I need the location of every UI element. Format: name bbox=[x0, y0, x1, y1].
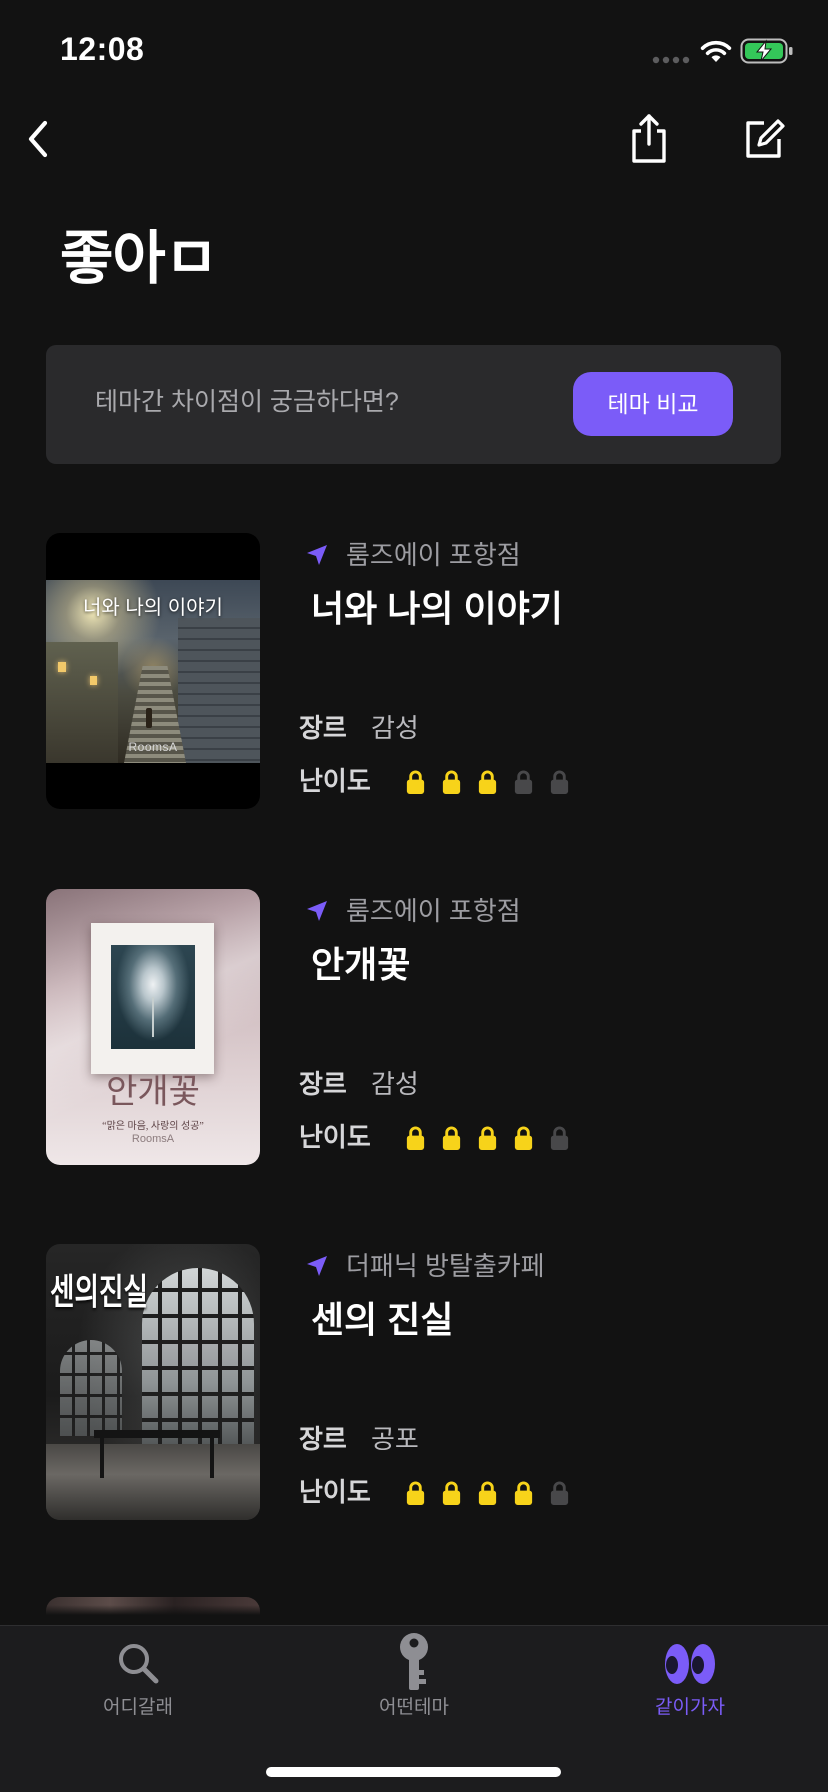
tab-label: 어떤테마 bbox=[379, 1697, 449, 1718]
difficulty-locks bbox=[404, 1120, 571, 1154]
cover-picture-frame bbox=[91, 923, 214, 1074]
genre-label: 장르 bbox=[299, 1424, 347, 1454]
cover-window bbox=[90, 676, 97, 685]
lock-icon-filled bbox=[404, 1479, 427, 1506]
lock-icon-filled bbox=[476, 1479, 499, 1506]
share-button[interactable] bbox=[628, 111, 670, 165]
difficulty-label: 난이도 bbox=[299, 1122, 371, 1152]
edit-button[interactable] bbox=[740, 116, 786, 162]
cover-window-arch bbox=[60, 1340, 122, 1436]
difficulty-label: 난이도 bbox=[299, 1477, 371, 1507]
lock-icon-empty bbox=[548, 1479, 571, 1506]
store-name: 룸즈에이 포항점 bbox=[346, 896, 521, 926]
cover-table bbox=[94, 1430, 220, 1438]
cover-flower-stem bbox=[152, 997, 154, 1037]
store-name: 룸즈에이 포항점 bbox=[346, 540, 521, 570]
cover-window-arch bbox=[142, 1268, 254, 1444]
theme-card[interactable]: 센의진실 더패닉 방탈출카페 센의 진실 장르 공포 난이도 bbox=[0, 1244, 828, 1520]
status-time: 12:08 bbox=[60, 31, 145, 67]
tab-label: 어디갈래 bbox=[103, 1697, 173, 1718]
genre-value: 감성 bbox=[371, 713, 419, 743]
difficulty-label: 난이도 bbox=[299, 766, 371, 796]
difficulty-locks bbox=[404, 764, 571, 798]
cover-table-leg bbox=[210, 1438, 214, 1478]
genre-row: 장르 감성 bbox=[299, 1067, 419, 1101]
cover-logo: RoomsA bbox=[128, 740, 178, 754]
edit-icon bbox=[746, 119, 785, 158]
lock-icon-filled bbox=[512, 1479, 535, 1506]
difficulty-row: 난이도 bbox=[299, 764, 571, 798]
wifi-icon bbox=[699, 38, 733, 64]
lock-icon-filled bbox=[440, 1124, 463, 1151]
tab-go-together[interactable]: 같이가자 bbox=[552, 1626, 828, 1746]
page-title: 좋아ㅁ bbox=[60, 226, 218, 291]
lock-icon-empty bbox=[548, 1124, 571, 1151]
genre-row: 장르 공포 bbox=[299, 1422, 419, 1456]
cover-window bbox=[58, 662, 66, 672]
cover-subtitle: “맑은 마음, 사랑의 성공” bbox=[102, 1121, 204, 1132]
search-icon bbox=[119, 1644, 159, 1684]
location-arrow-icon bbox=[307, 901, 327, 921]
lock-icon-filled bbox=[440, 1479, 463, 1506]
lock-icon-empty bbox=[512, 768, 535, 795]
cover-flower-painting bbox=[111, 945, 195, 1049]
difficulty-row: 난이도 bbox=[299, 1120, 571, 1154]
genre-row: 장르 감성 bbox=[299, 711, 419, 745]
cover-figure bbox=[146, 708, 152, 728]
back-button[interactable] bbox=[24, 118, 52, 160]
lock-icon-filled bbox=[404, 768, 427, 795]
genre-label: 장르 bbox=[299, 1069, 347, 1099]
theme-title[interactable]: 센의 진실 bbox=[311, 1298, 453, 1342]
genre-value: 감성 bbox=[371, 1069, 419, 1099]
compare-banner: 테마간 차이점이 궁금하다면? 테마 비교 bbox=[46, 345, 781, 464]
lock-icon-filled bbox=[476, 768, 499, 795]
tab-bar: 어디갈래 어떤테마 같이가자 bbox=[0, 1625, 828, 1792]
eyes-icon bbox=[665, 1644, 715, 1684]
cover-table-leg bbox=[100, 1438, 104, 1478]
cover-title: 안개꽃 bbox=[106, 1074, 200, 1111]
theme-card[interactable]: 너와 나의 이야기 RoomsA 룸즈에이 포항점 너와 나의 이야기 장르 감… bbox=[0, 533, 828, 809]
store-location: 룸즈에이 포항점 bbox=[305, 895, 521, 927]
difficulty-row: 난이도 bbox=[299, 1475, 571, 1509]
battery-charging-icon bbox=[740, 37, 794, 65]
location-arrow-icon bbox=[307, 1256, 327, 1276]
theme-card[interactable]: 안개꽃 “맑은 마음, 사랑의 성공” RoomsA 룸즈에이 포항점 안개꽃 … bbox=[0, 889, 828, 1165]
lock-icon-filled bbox=[512, 1124, 535, 1151]
store-location: 더패닉 방탈출카페 bbox=[305, 1250, 545, 1282]
compare-themes-button[interactable]: 테마 비교 bbox=[573, 372, 733, 436]
key-icon bbox=[400, 1633, 428, 1690]
cover-title: 센의진실 bbox=[50, 1271, 149, 1312]
theme-cover-image[interactable]: 안개꽃 “맑은 마음, 사랑의 성공” RoomsA bbox=[46, 889, 260, 1165]
theme-cover-image[interactable]: 센의진실 bbox=[46, 1244, 260, 1520]
chevron-left-icon bbox=[28, 120, 48, 158]
difficulty-locks bbox=[404, 1475, 571, 1509]
lock-icon-filled bbox=[404, 1124, 427, 1151]
store-location: 룸즈에이 포항점 bbox=[305, 539, 521, 571]
theme-cover-image[interactable]: 너와 나의 이야기 RoomsA bbox=[46, 533, 260, 809]
cover-logo: RoomsA bbox=[131, 1133, 175, 1145]
lock-icon-filled bbox=[476, 1124, 499, 1151]
cover-title: 너와 나의 이야기 bbox=[83, 597, 223, 619]
lock-icon-empty bbox=[548, 768, 571, 795]
genre-value: 공포 bbox=[371, 1424, 419, 1454]
tab-label: 같이가자 bbox=[655, 1697, 725, 1718]
cover-floor bbox=[46, 1444, 260, 1520]
theme-title[interactable]: 너와 나의 이야기 bbox=[311, 587, 563, 631]
share-icon bbox=[632, 114, 666, 163]
lock-icon-filled bbox=[440, 768, 463, 795]
signal-icon bbox=[652, 52, 692, 64]
location-arrow-icon bbox=[307, 545, 327, 565]
tab-which-theme[interactable]: 어떤테마 bbox=[276, 1626, 552, 1746]
theme-cover-image-partial[interactable] bbox=[46, 1597, 260, 1615]
genre-label: 장르 bbox=[299, 713, 347, 743]
tab-where-to-go[interactable]: 어디갈래 bbox=[0, 1626, 276, 1746]
theme-title[interactable]: 안개꽃 bbox=[311, 943, 410, 987]
store-name: 더패닉 방탈출카페 bbox=[346, 1251, 545, 1281]
home-indicator[interactable] bbox=[266, 1767, 561, 1777]
compare-banner-text: 테마간 차이점이 궁금하다면? bbox=[95, 388, 399, 416]
